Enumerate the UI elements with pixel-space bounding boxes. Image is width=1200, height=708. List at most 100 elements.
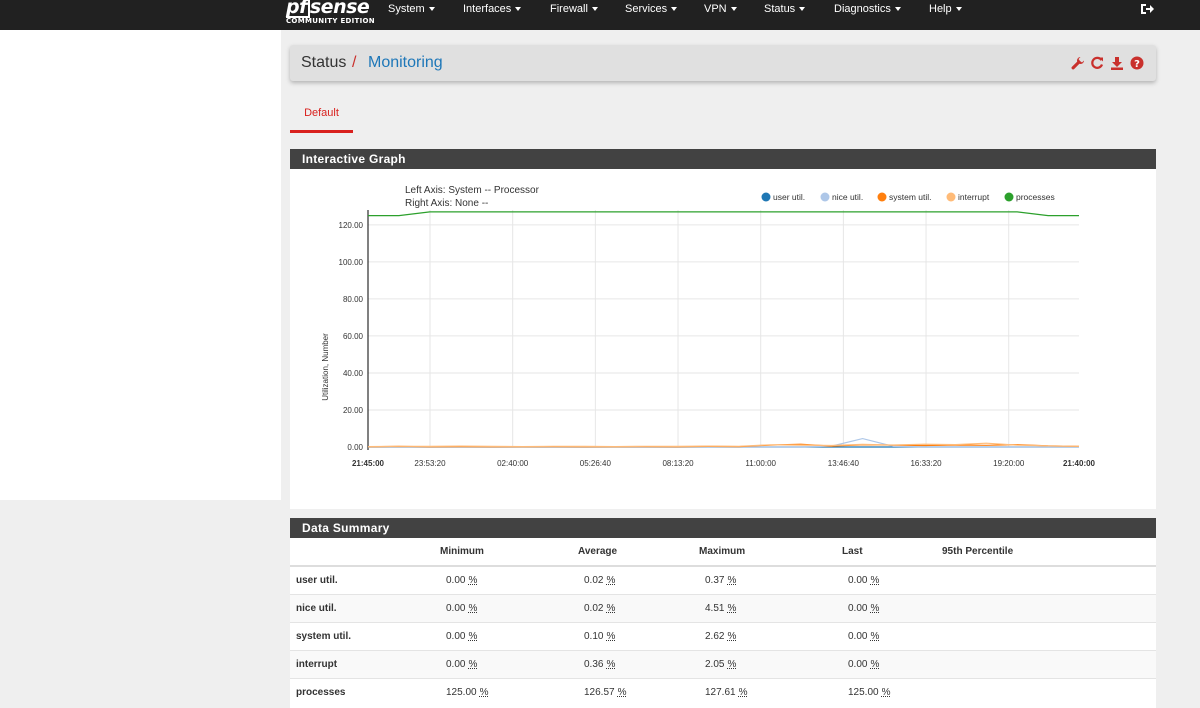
data-summary-panel: Data Summary Minimum Average Maximum Las… <box>290 518 1156 708</box>
nav-diagnostics[interactable]: Diagnostics <box>834 0 901 20</box>
brand-logo[interactable]: pf sense COMMUNITY EDITION <box>286 0 375 30</box>
panel-title: Interactive Graph <box>290 149 1156 169</box>
legend-item[interactable]: user util. <box>761 192 806 202</box>
cell-value: 0.00 <box>446 602 466 614</box>
cell-max: 4.51% <box>699 593 842 622</box>
monitoring-chart[interactable]: 0.00 20.00 40.00 60.00 80.00 100.00 120.00 21:4… <box>290 169 1156 509</box>
nav-status[interactable]: Status <box>764 0 806 20</box>
legend-dot <box>761 192 771 202</box>
breadcrumb: Status / Monitoring ? <box>290 45 1156 81</box>
nav-services[interactable]: Services <box>625 0 678 20</box>
cell-value: 0.02 <box>584 602 604 614</box>
series-line <box>368 211 1079 217</box>
x-tick-label: 19:20:00 <box>993 459 1025 468</box>
x-tick-label: 16:33:20 <box>910 459 942 468</box>
y-tick-label: 20.00 <box>343 406 364 415</box>
cell-p95 <box>942 565 1156 594</box>
cell-value: 0.37 <box>705 574 725 586</box>
cell-avg: 126.57% <box>578 677 699 706</box>
summary-table: Minimum Average Maximum Last 95th Percen… <box>290 538 1156 706</box>
wrench-icon[interactable] <box>1071 56 1085 70</box>
x-tick-label: 08:13:20 <box>662 459 694 468</box>
top-navbar: pf sense COMMUNITY EDITION System Interfa… <box>0 0 1200 30</box>
left-axis-label: Left Axis: System -- Processor <box>405 185 540 196</box>
svg-text:?: ? <box>1134 59 1140 70</box>
legend-label: system util. <box>889 192 932 202</box>
panel-title: Data Summary <box>290 518 1156 538</box>
unit-label: % <box>606 602 616 614</box>
unit-label: % <box>606 574 616 586</box>
caret-down-icon <box>955 7 962 12</box>
breadcrumb-current[interactable]: Monitoring <box>368 54 443 72</box>
cell-avg: 0.02% <box>578 565 699 594</box>
legend-item[interactable]: nice util. <box>820 192 864 202</box>
legend-item[interactable]: system util. <box>877 192 932 202</box>
unit-label: % <box>727 658 737 670</box>
row-label: processes <box>290 677 440 706</box>
column-header <box>290 538 440 567</box>
cell-max: 0.37% <box>699 565 842 594</box>
download-icon[interactable] <box>1110 56 1124 70</box>
legend-item[interactable]: processes <box>1004 192 1055 202</box>
table-row: nice util. 0.00% 0.02% 4.51% 0.00% <box>290 593 1156 622</box>
legend-label: nice util. <box>832 192 863 202</box>
legend-item[interactable]: interrupt <box>946 192 990 202</box>
help-icon[interactable]: ? <box>1130 56 1144 70</box>
cell-max: 2.05% <box>699 649 842 678</box>
unit-label: % <box>468 658 478 670</box>
column-header: Average <box>578 538 699 567</box>
cell-p95 <box>942 621 1156 650</box>
legend-dot <box>1004 192 1014 202</box>
cell-value: 4.51 <box>705 602 725 614</box>
row-label: system util. <box>290 621 440 650</box>
unit-label: % <box>727 630 737 642</box>
legend-dot <box>877 192 887 202</box>
cell-value: 0.00 <box>848 574 868 586</box>
column-header: 95th Percentile <box>942 538 1156 567</box>
unit-label: % <box>468 630 478 642</box>
caret-down-icon <box>730 7 737 12</box>
y-tick-label: 40.00 <box>343 369 364 378</box>
legend-dot <box>820 192 830 202</box>
cell-min: 125.00% <box>440 677 578 706</box>
brand-wordmark: pf sense <box>286 0 370 18</box>
caret-down-icon <box>428 7 435 12</box>
y-axis-title: Utilization, Number <box>321 333 330 401</box>
nav-interfaces[interactable]: Interfaces <box>463 0 522 20</box>
nav-vpn[interactable]: VPN <box>704 0 737 20</box>
breadcrumb-parent[interactable]: Status <box>301 54 346 72</box>
interactive-graph-panel: Interactive Graph 0.00 20.00 40.00 60.00 80.… <box>290 149 1156 509</box>
cell-max: 2.62% <box>699 621 842 650</box>
legend-dot <box>946 192 956 202</box>
unit-label: % <box>727 602 737 614</box>
nav-system[interactable]: System <box>388 0 435 20</box>
cell-p95 <box>942 677 1156 706</box>
cell-value: 125.00 <box>848 686 879 698</box>
unit-label: % <box>727 574 737 586</box>
x-tick-label: 11:00:00 <box>745 459 776 468</box>
y-tick-label: 80.00 <box>343 295 364 304</box>
nav-firewall[interactable]: Firewall <box>550 0 598 20</box>
cell-p95 <box>942 649 1156 678</box>
cell-value: 0.00 <box>848 602 868 614</box>
cell-value: 0.02 <box>584 574 604 586</box>
unit-label: % <box>606 658 616 670</box>
cell-min: 0.00% <box>440 621 578 650</box>
unit-label: % <box>606 630 616 642</box>
cell-value: 0.00 <box>446 658 466 670</box>
column-header: Last <box>842 538 942 567</box>
right-axis-label: Right Axis: None -- <box>405 198 488 209</box>
nav-help[interactable]: Help <box>929 0 962 20</box>
refresh-icon[interactable] <box>1090 56 1104 70</box>
unit-label: % <box>870 574 880 586</box>
table-header-row: Minimum Average Maximum Last 95th Percen… <box>290 538 1156 567</box>
unit-label: % <box>870 630 880 642</box>
sign-out-icon[interactable] <box>1140 2 1154 16</box>
column-header: Minimum <box>440 538 578 567</box>
cell-p95 <box>942 593 1156 622</box>
brand-subtitle: COMMUNITY EDITION <box>286 17 375 25</box>
tab-default[interactable]: Default <box>290 98 353 133</box>
x-tick-label: 21:40:00 <box>1063 459 1096 468</box>
legend-label: interrupt <box>958 192 990 202</box>
row-label: interrupt <box>290 649 440 678</box>
